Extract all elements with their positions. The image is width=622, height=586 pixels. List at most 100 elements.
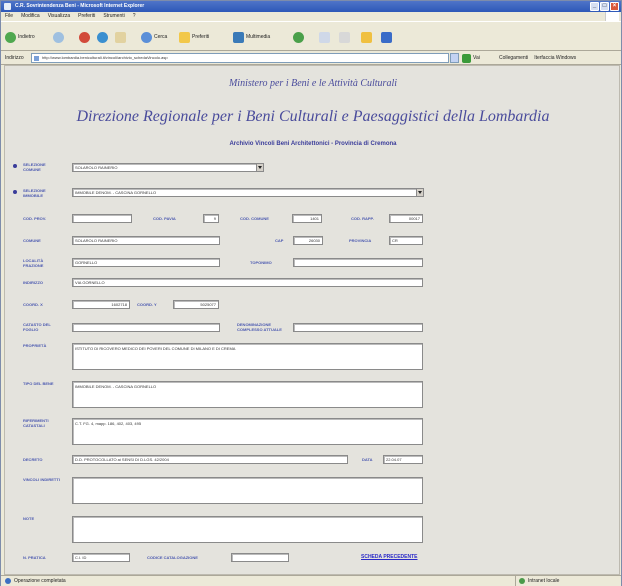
menu-bar: File Modifica Visualizza Preferiti Strum… [1, 12, 621, 21]
chevron-down-icon [256, 164, 263, 171]
indirizzo-field[interactable]: VIA GORNELLO [72, 278, 423, 287]
maximize-button[interactable]: □ [600, 2, 609, 11]
favorites-star-icon[interactable] [179, 31, 190, 43]
address-input[interactable]: http://www.lombardia.beniculturali.it/vi… [31, 53, 449, 63]
cod-prov-label: Cod. Prov. [23, 216, 47, 221]
toponimo-label: Toponimo [250, 260, 272, 265]
archive-heading: Archivio Vincoli Beni Architettonici - P… [229, 141, 397, 147]
cod-comune-field[interactable]: 1401 [292, 214, 322, 223]
note-label: Note [23, 516, 35, 521]
links-label[interactable]: Collegamenti [499, 55, 528, 61]
proprieta-label: Proprietà [23, 343, 47, 348]
provincia-field[interactable]: CR [389, 236, 423, 245]
cap-field[interactable]: 26030 [293, 236, 323, 245]
go-arrow-icon [462, 53, 471, 63]
go-label: Vai [473, 55, 480, 61]
denominazione-label: Denominazione Complesso Attuale [237, 322, 282, 332]
minimize-button[interactable]: _ [590, 2, 599, 11]
cod-prov-field[interactable] [72, 214, 132, 223]
media-label[interactable]: Multimedia [246, 34, 270, 40]
bullet-icon [13, 164, 17, 168]
menu-view[interactable]: Visualizza [48, 12, 70, 21]
indirizzo-label: Indirizzo [23, 280, 43, 285]
provincia-label: Provincia [349, 238, 372, 243]
proprieta-textarea[interactable]: ISTITUTO DI RICOVERO MEDICO DEI POVERI D… [72, 343, 423, 370]
mail-icon[interactable] [319, 31, 330, 43]
home-icon[interactable] [115, 31, 126, 43]
menu-favorites[interactable]: Preferiti [78, 12, 95, 21]
media-icon[interactable] [233, 31, 244, 43]
coord-x-field[interactable]: 1602718 [72, 300, 130, 309]
stop-icon[interactable] [79, 31, 90, 43]
address-url: http://www.lombardia.beniculturali.it/vi… [42, 55, 168, 60]
page-icon [34, 56, 39, 61]
comune-select[interactable]: SOLAROLO RAINERIO [72, 163, 264, 172]
menu-help[interactable]: ? [133, 12, 136, 21]
intranet-icon [519, 578, 525, 584]
cod-comune-label: Cod. Comune [240, 216, 269, 221]
coord-y-field[interactable]: 5025077 [173, 300, 219, 309]
address-dropdown-button[interactable] [450, 53, 459, 63]
coord-y-label: Coord. Y [137, 302, 157, 307]
refresh-icon[interactable] [97, 31, 108, 43]
catasto-label: Catasto del Foglio [23, 322, 51, 332]
chevron-down-icon [416, 189, 423, 196]
comune-field[interactable]: SOLAROLO RAINERIO [72, 236, 220, 245]
ie-icon [4, 3, 11, 10]
direction-heading: Direzione Regionale per i Beni Culturali… [76, 108, 550, 125]
data-label: Data [362, 457, 373, 462]
menu-file[interactable]: File [5, 12, 13, 21]
comune-select-value: SOLAROLO RAINERIO [75, 165, 118, 170]
vincoli-label: Vincoli Indiretti [23, 477, 60, 482]
ministry-heading: Ministero per i Beni e le Attività Cultu… [228, 78, 398, 89]
folder-icon[interactable] [361, 31, 372, 43]
history-icon[interactable] [293, 31, 304, 43]
immobile-select[interactable]: IMMOBILE DENOM. - CASCINA GORNELLO [72, 188, 424, 197]
immobile-select-label: Selezione Immobile [23, 188, 46, 198]
vincoli-textarea[interactable] [72, 477, 423, 504]
back-label[interactable]: Indietro [18, 34, 35, 40]
cod-rapp-label: Cod. Rapp. [351, 216, 374, 221]
close-button[interactable]: × [610, 2, 619, 11]
status-bar: Operazione completata Intranet locale [1, 575, 621, 586]
address-bar: Indirizzo http://www.lombardia.benicultu… [1, 51, 621, 65]
bullet-icon [13, 190, 17, 194]
codice-field[interactable] [231, 553, 289, 562]
back-arrow-icon[interactable] [5, 31, 16, 43]
data-field[interactable]: 22.04.07 [383, 455, 423, 464]
catasto-field[interactable] [72, 323, 220, 332]
note-textarea[interactable] [72, 516, 423, 543]
menu-edit[interactable]: Modifica [21, 12, 40, 21]
toponimo-field[interactable] [293, 258, 423, 267]
go-button[interactable]: Vai [462, 53, 480, 63]
decreto-field[interactable]: D.D. PROTOCOLLATO ai SENSI DI D.LGS. 42/… [72, 455, 348, 464]
status-text: Operazione completata [14, 578, 66, 584]
page-content: Ministero per i Beni e le Attività Cultu… [4, 65, 620, 575]
riferimenti-textarea[interactable]: C.T. FG. 4, mapp. 186, 402, 403, 495 [72, 418, 423, 445]
forward-arrow-icon[interactable] [53, 31, 64, 43]
zone-text: Intranet locale [528, 578, 560, 584]
comune-select-label: Selezione Comune [23, 162, 46, 172]
search-label[interactable]: Cerca [154, 34, 167, 40]
n-pratica-field[interactable]: C.I. ID [72, 553, 130, 562]
print-icon[interactable] [339, 31, 350, 43]
address-label: Indirizzo [5, 55, 24, 61]
localita-field[interactable]: GORNELLO [72, 258, 220, 267]
favorites-label[interactable]: Preferiti [192, 34, 209, 40]
immobile-select-value: IMMOBILE DENOM. - CASCINA GORNELLO [75, 190, 157, 195]
previous-record-link[interactable]: SCHEDA PRECEDENTE [361, 554, 418, 560]
menu-tools[interactable]: Strumenti [103, 12, 124, 21]
tipo-textarea[interactable]: IMMOBILE DENOM. - CASCINA GORNELLO [72, 381, 423, 408]
messenger-icon[interactable] [381, 31, 392, 43]
cod-pavia-field[interactable]: 9 [203, 214, 219, 223]
cod-rapp-field[interactable]: 00017 [389, 214, 423, 223]
links-item[interactable]: Iterfaccia Windows [534, 55, 576, 61]
n-pratica-label: N. Pratica [23, 555, 46, 560]
comune-field-label: Comune [23, 238, 41, 243]
denominazione-field[interactable] [293, 323, 423, 332]
search-icon[interactable] [141, 31, 152, 43]
riferimenti-label: Riferimenti Catastali [23, 418, 49, 428]
coord-x-label: Coord. X [23, 302, 43, 307]
decreto-label: Decreto [23, 457, 43, 462]
browser-window: C.R. Sovrintendenza Beni - Microsoft Int… [0, 0, 622, 586]
